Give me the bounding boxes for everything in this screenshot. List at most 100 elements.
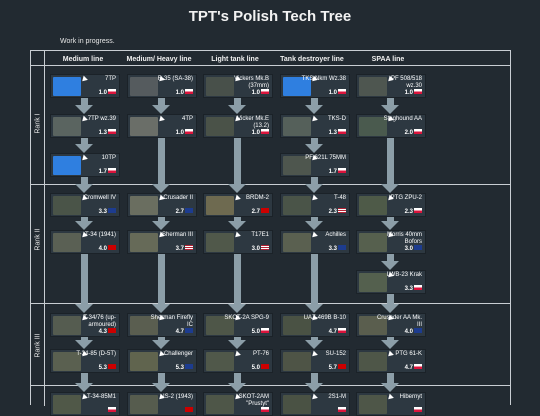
rank-column-divider [44, 51, 45, 406]
vehicle-card[interactable]: Achilles 3.3 [280, 230, 350, 254]
progression-arrowhead [152, 340, 170, 349]
battle-rating: 4.3 [98, 329, 107, 335]
vehicle-name: 7TP [104, 76, 116, 82]
progression-arrow [81, 254, 88, 305]
progression-arrowhead [381, 105, 399, 114]
rank-label-1: Rank I [34, 113, 42, 134]
vehicle-card[interactable]: Vickers Mk.B (37mm) 1.0 [203, 74, 273, 98]
battle-rating: 2.3 [328, 209, 337, 215]
vehicle-card[interactable]: Vicker Mk.E (13.2) 1.0 [203, 114, 273, 138]
vehicle-card[interactable]: TKS Nkm Wz.38 1.0 [280, 74, 350, 98]
vehicle-card[interactable]: IS-2 (1943) [127, 392, 197, 416]
nation-flag-icon [261, 89, 269, 94]
progression-arrow [158, 254, 165, 305]
vehicle-card[interactable]: T-34 (1941) 4.0 [50, 230, 120, 254]
vehicle-card[interactable]: PF 508/518 wz.30 1.0 [356, 74, 426, 98]
vehicle-name: 4TP [181, 116, 193, 122]
vehicle-name: 2S1-M [328, 394, 346, 400]
vehicle-card[interactable]: T-34-85M1 [50, 392, 120, 416]
progression-arrowhead [75, 340, 93, 349]
vehicle-name: 10TP [101, 155, 116, 161]
nation-flag-icon [108, 168, 116, 173]
nation-flag-icon [414, 364, 422, 369]
progression-arrowhead [152, 184, 170, 193]
nation-flag-icon [108, 328, 116, 333]
battle-rating: 1.7 [328, 169, 337, 175]
vehicle-name: Achilles [325, 232, 346, 238]
vehicle-name: IS-2 (1943) [162, 394, 193, 400]
vehicle-name: PT-76 [252, 351, 269, 357]
battle-rating: 3.3 [98, 209, 107, 215]
vehicle-name: SKOT-2AM "Prustyt" [238, 394, 269, 407]
vehicle-card[interactable]: Challenger 5.3 [127, 349, 197, 373]
vehicle-card[interactable]: Crusader AA Mk. III 4.0 [356, 313, 426, 337]
nation-flag-icon [414, 245, 422, 250]
vehicle-card[interactable]: SKOT-2A SPG-9 5.0 [203, 313, 273, 337]
progression-arrowhead [305, 304, 323, 313]
vehicle-card[interactable]: 2S1-M [280, 392, 350, 416]
progression-arrow [387, 138, 394, 185]
nation-flag-icon [108, 364, 116, 369]
vehicle-card[interactable]: TKS-D 1.3 [280, 114, 350, 138]
progression-arrowhead [381, 221, 399, 230]
vehicle-card[interactable]: PTG ZPU-2 2.3 [356, 193, 426, 217]
vehicle-name: Hibernyt [399, 394, 422, 400]
battle-rating: 1.0 [404, 90, 413, 96]
vehicle-card[interactable]: Sherman III 3.7 [127, 230, 197, 254]
progression-arrowhead [381, 261, 399, 270]
vehicle-name: Crusader II [163, 195, 193, 201]
vehicle-name: T-34 (1941) [84, 232, 116, 238]
nation-flag-icon [185, 129, 193, 134]
progression-arrowhead [152, 383, 170, 392]
battle-rating: 4.0 [404, 329, 413, 335]
nation-flag-icon [338, 407, 346, 412]
progression-arrowhead [228, 340, 246, 349]
nation-flag-icon [414, 208, 422, 213]
battle-rating: 2.7 [175, 209, 184, 215]
vehicle-name: PF 621L 75MM [305, 155, 346, 161]
vehicle-card[interactable]: Morris 40mm Bofors 3.0 [356, 230, 426, 254]
vehicle-card[interactable]: SKOT-2AM "Prustyt" [203, 392, 273, 416]
progression-arrow [234, 254, 241, 305]
vehicle-card[interactable]: Hibernyt [356, 392, 426, 416]
nation-flag-icon [108, 245, 116, 250]
battle-rating: 5.7 [328, 365, 337, 371]
vehicle-card[interactable]: PF 621L 75MM 1.7 [280, 153, 350, 177]
vehicle-card[interactable]: 7TP wz.39 1.3 [50, 114, 120, 138]
vehicle-name: Crusader AA Mk. III [376, 315, 422, 328]
nation-flag-icon [338, 129, 346, 134]
vehicle-card[interactable]: LWB-23 Krak 3.3 [356, 270, 426, 294]
vehicle-name: Sherman Firefly IC [150, 315, 193, 328]
vehicle-card[interactable]: BRDM-2 2.7 [203, 193, 273, 217]
rank-divider-3 [31, 385, 510, 386]
nation-flag-icon [414, 407, 422, 412]
vehicle-card[interactable]: T-48 2.3 [280, 193, 350, 217]
vehicle-card[interactable]: Sherman Firefly IC 4.7 [127, 313, 197, 337]
vehicle-name: PTG 61-K [395, 351, 422, 357]
vehicle-name: T17E1 [251, 232, 269, 238]
battle-rating: 5.0 [251, 365, 260, 371]
vehicle-name: TKS-D [328, 116, 346, 122]
nation-flag-icon [338, 208, 346, 213]
vehicle-card[interactable]: Crusader II 2.7 [127, 193, 197, 217]
nation-flag-icon [338, 168, 346, 173]
vehicle-card[interactable]: Staghound AA 2.0 [356, 114, 426, 138]
vehicle-card[interactable]: PTG 61-K 4.7 [356, 349, 426, 373]
vehicle-card[interactable]: Cromwell IV 3.3 [50, 193, 120, 217]
progression-arrowhead [75, 304, 93, 313]
vehicle-card[interactable]: R-35 (SA-38) 1.0 [127, 74, 197, 98]
vehicle-card[interactable]: 7TP 1.0 [50, 74, 120, 98]
vehicle-card[interactable]: 4TP 1.0 [127, 114, 197, 138]
vehicle-card[interactable]: 10TP 1.7 [50, 153, 120, 177]
vehicle-card[interactable]: T-34/76 (up-armoured) 4.3 [50, 313, 120, 337]
progression-arrowhead [152, 221, 170, 230]
vehicle-card[interactable]: T17E1 3.0 [203, 230, 273, 254]
vehicle-card[interactable]: SU-152 5.7 [280, 349, 350, 373]
vehicle-card[interactable]: T-34-85 (D-5T) 5.3 [50, 349, 120, 373]
progression-arrowhead [75, 105, 93, 114]
vehicle-card[interactable]: PT-76 5.0 [203, 349, 273, 373]
vehicle-card[interactable]: UAZ-469B B-10 4.7 [280, 313, 350, 337]
battle-rating: 5.3 [175, 365, 184, 371]
battle-rating: 1.0 [175, 90, 184, 96]
vehicle-name: Staghound AA [383, 116, 422, 122]
